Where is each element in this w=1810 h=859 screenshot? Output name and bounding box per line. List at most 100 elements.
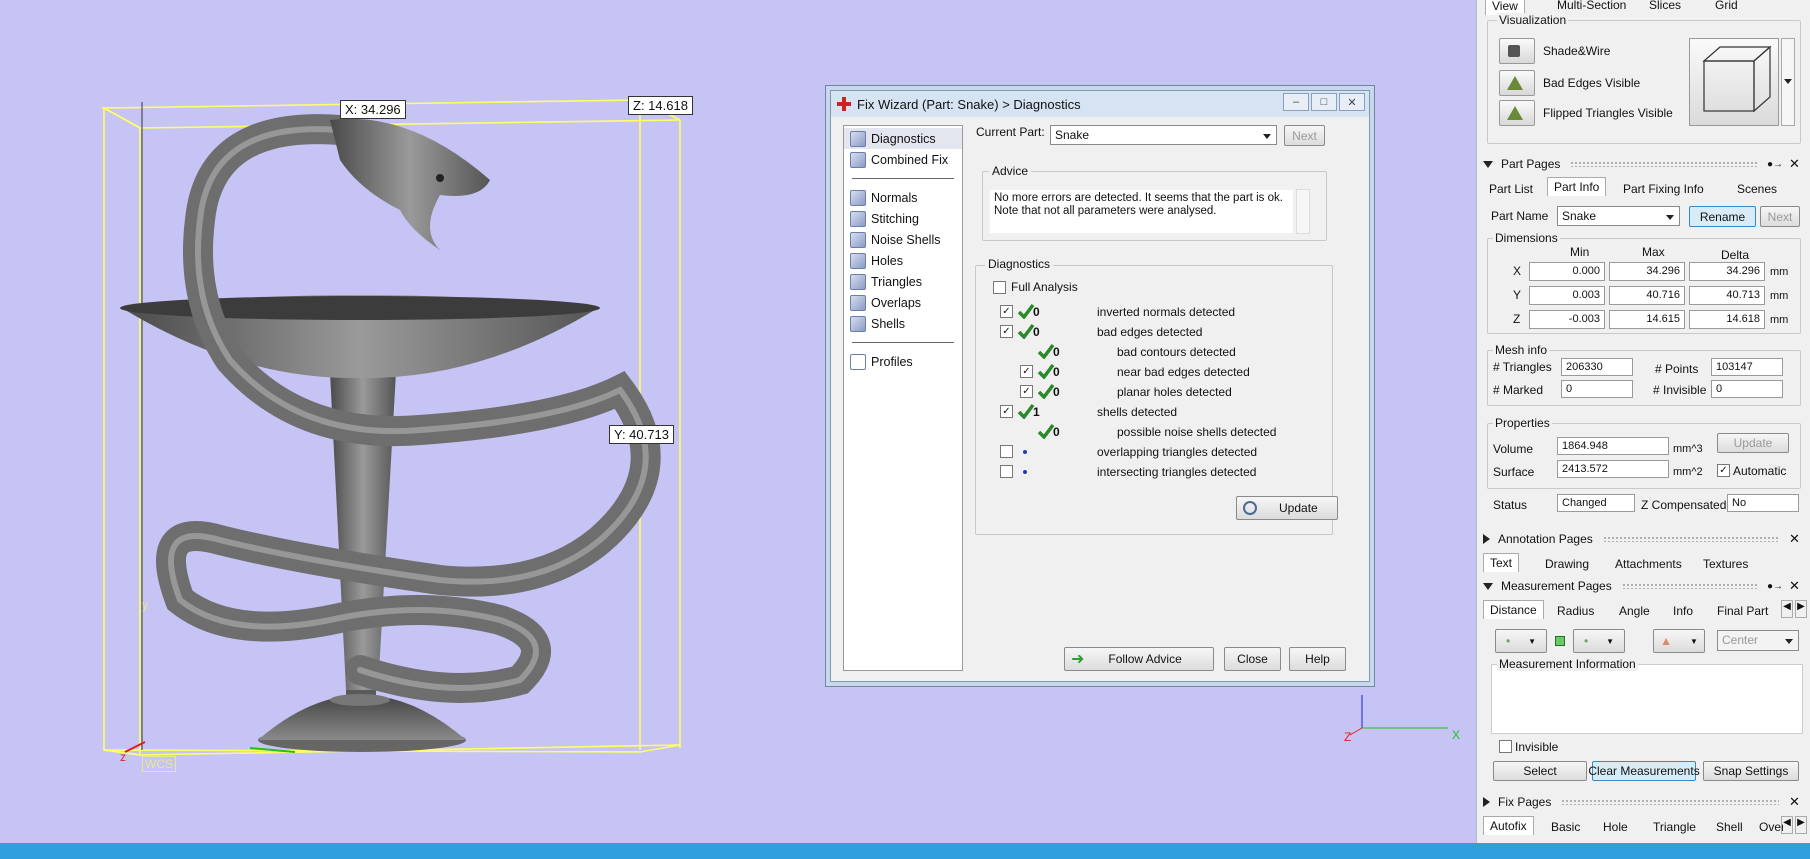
tab-part-list[interactable]: Part List <box>1483 180 1539 198</box>
tab-scenes[interactable]: Scenes <box>1731 180 1783 198</box>
nav-item-stitching[interactable]: Stitching <box>844 208 962 229</box>
nav-item-shells[interactable]: Shells <box>844 313 962 334</box>
diagnostic-count: 0 <box>1053 385 1060 399</box>
dialog-titlebar[interactable]: Fix Wizard (Part: Snake) > Diagnostics –… <box>831 91 1369 117</box>
part-pages-header[interactable]: Part Pages ●→ ✕ <box>1477 154 1810 174</box>
diagnostic-label: inverted normals detected <box>1097 305 1236 319</box>
tab-text[interactable]: Text <box>1483 553 1520 572</box>
close-icon[interactable]: ✕ <box>1789 578 1803 594</box>
tab-scroll-left[interactable]: ◀ <box>1781 600 1793 618</box>
nav-item-noise-shells[interactable]: Noise Shells <box>844 229 962 250</box>
tab-info[interactable]: Info <box>1667 602 1699 620</box>
fix-pages-header[interactable]: Fix Pages ✕ <box>1477 792 1810 812</box>
fix-tab-scroll-left[interactable]: ◀ <box>1781 816 1793 834</box>
follow-advice-button[interactable]: ➜ Follow Advice <box>1064 647 1214 671</box>
diagnostic-count: 0 <box>1033 325 1040 339</box>
nav-item-normals[interactable]: Normals <box>844 187 962 208</box>
clear-measurements-button[interactable]: Clear Measurements <box>1588 761 1700 781</box>
tab-autofix[interactable]: Autofix <box>1483 816 1534 835</box>
marked-label: # Marked <box>1493 383 1544 397</box>
diagnostic-checkbox[interactable] <box>1000 465 1013 478</box>
diagnostic-checkbox[interactable]: ✓ <box>1000 325 1013 338</box>
tab-basic[interactable]: Basic <box>1545 818 1586 836</box>
tab-triangle[interactable]: Triangle <box>1647 818 1702 836</box>
tab-shell[interactable]: Shell <box>1710 818 1749 836</box>
nav-item-overlaps[interactable]: Overlaps <box>844 292 962 313</box>
nav-item-diagnostics[interactable]: Diagnostics <box>844 128 962 149</box>
current-part-select[interactable]: Snake <box>1050 125 1277 145</box>
diagnostic-checkbox[interactable] <box>1000 445 1013 458</box>
diagnostic-checkbox[interactable]: ✓ <box>1020 365 1033 378</box>
next-button[interactable]: Next <box>1284 125 1325 146</box>
diagnostics-label: Diagnostics <box>985 257 1054 271</box>
tab-part-info[interactable]: Part Info <box>1547 177 1607 196</box>
tab-multi-section[interactable]: Multi-Section <box>1551 0 1632 14</box>
annotation-pages-header[interactable]: Annotation Pages ✕ <box>1477 529 1810 549</box>
fix-tab-scroll-right[interactable]: ▶ <box>1795 816 1807 834</box>
point-mode-button[interactable]: • ▼ <box>1495 629 1547 653</box>
pin-icon[interactable]: ●→ <box>1767 159 1783 170</box>
tab-grid[interactable]: Grid <box>1709 0 1744 14</box>
bad-edges-button[interactable] <box>1499 70 1535 96</box>
measure-type-button[interactable]: ▲ ▼ <box>1653 629 1705 653</box>
close-icon[interactable]: ✕ <box>1789 156 1803 172</box>
view-dropdown[interactable] <box>1781 38 1795 126</box>
full-analysis-checkbox[interactable] <box>993 281 1006 294</box>
cube-icon <box>1508 45 1520 57</box>
advice-scrollbar[interactable] <box>1296 189 1310 234</box>
bad-edges-icon <box>1507 76 1523 90</box>
diagnostic-checkbox[interactable]: ✓ <box>1000 405 1013 418</box>
part-name-select[interactable]: Snake <box>1557 206 1680 226</box>
tab-scroll-right[interactable]: ▶ <box>1795 600 1807 618</box>
invisible-checkbox[interactable] <box>1499 740 1512 753</box>
pin-icon[interactable]: ●→ <box>1767 581 1783 592</box>
close-window-button[interactable]: ✕ <box>1339 93 1365 111</box>
measure-icon: ▲ <box>1660 634 1672 648</box>
tab-drawing[interactable]: Drawing <box>1539 555 1595 573</box>
tab-final-part[interactable]: Final Part <box>1711 602 1774 620</box>
shade-wire-button[interactable] <box>1499 38 1535 64</box>
second-point-button[interactable]: • ▼ <box>1573 629 1625 653</box>
tab-radius[interactable]: Radius <box>1551 602 1600 620</box>
select-button[interactable]: Select <box>1493 761 1587 781</box>
minimize-button[interactable]: – <box>1283 93 1309 111</box>
center-select[interactable]: Center <box>1717 630 1799 651</box>
tab-distance[interactable]: Distance <box>1483 600 1544 619</box>
close-icon[interactable]: ✕ <box>1789 531 1803 547</box>
close-button[interactable]: Close <box>1224 647 1281 671</box>
view-cube[interactable] <box>1689 38 1779 126</box>
tab-attachments[interactable]: Attachments <box>1609 555 1688 573</box>
wcs-label: WCS <box>142 756 176 772</box>
tab-slices[interactable]: Slices <box>1643 0 1687 14</box>
part-next-button[interactable]: Next <box>1760 206 1800 227</box>
tab-angle[interactable]: Angle <box>1613 602 1656 620</box>
nav-item-holes[interactable]: Holes <box>844 250 962 271</box>
snap-settings-button[interactable]: Snap Settings <box>1703 761 1799 781</box>
flipped-triangles-button[interactable] <box>1499 100 1535 126</box>
dim-unit-label: mm <box>1770 314 1789 326</box>
properties-update-button[interactable]: Update <box>1717 433 1789 453</box>
tab-part-fixing-info[interactable]: Part Fixing Info <box>1617 180 1710 198</box>
tab-hole[interactable]: Hole <box>1597 818 1634 836</box>
update-button[interactable]: Update <box>1236 496 1338 520</box>
diagnostic-checkbox[interactable]: ✓ <box>1020 385 1033 398</box>
nav-item-triangles[interactable]: Triangles <box>844 271 962 292</box>
rename-button[interactable]: Rename <box>1689 206 1756 227</box>
fix-wizard-dialog: Fix Wizard (Part: Snake) > Diagnostics –… <box>830 90 1370 682</box>
invisible-value: 0 <box>1711 380 1783 398</box>
help-button[interactable]: Help <box>1289 647 1346 671</box>
advice-text: No more errors are detected. It seems th… <box>989 189 1294 234</box>
nav-item-profiles[interactable]: Profiles <box>844 351 962 372</box>
automatic-checkbox[interactable]: ✓ <box>1717 464 1730 477</box>
close-icon[interactable]: ✕ <box>1789 794 1803 810</box>
diagnostic-label: overlapping triangles detected <box>1097 445 1258 459</box>
measurement-pages-header[interactable]: Measurement Pages ●→ ✕ <box>1477 576 1810 596</box>
properties-label: Properties <box>1493 416 1552 430</box>
maximize-button[interactable]: □ <box>1311 93 1337 111</box>
tab-over[interactable]: Over <box>1753 818 1783 836</box>
bad-edges-label: Bad Edges Visible <box>1543 76 1641 90</box>
status-dot-icon <box>1023 450 1027 454</box>
tab-textures[interactable]: Textures <box>1697 555 1754 573</box>
nav-item-combined-fix[interactable]: Combined Fix <box>844 149 962 170</box>
diagnostic-checkbox[interactable]: ✓ <box>1000 305 1013 318</box>
